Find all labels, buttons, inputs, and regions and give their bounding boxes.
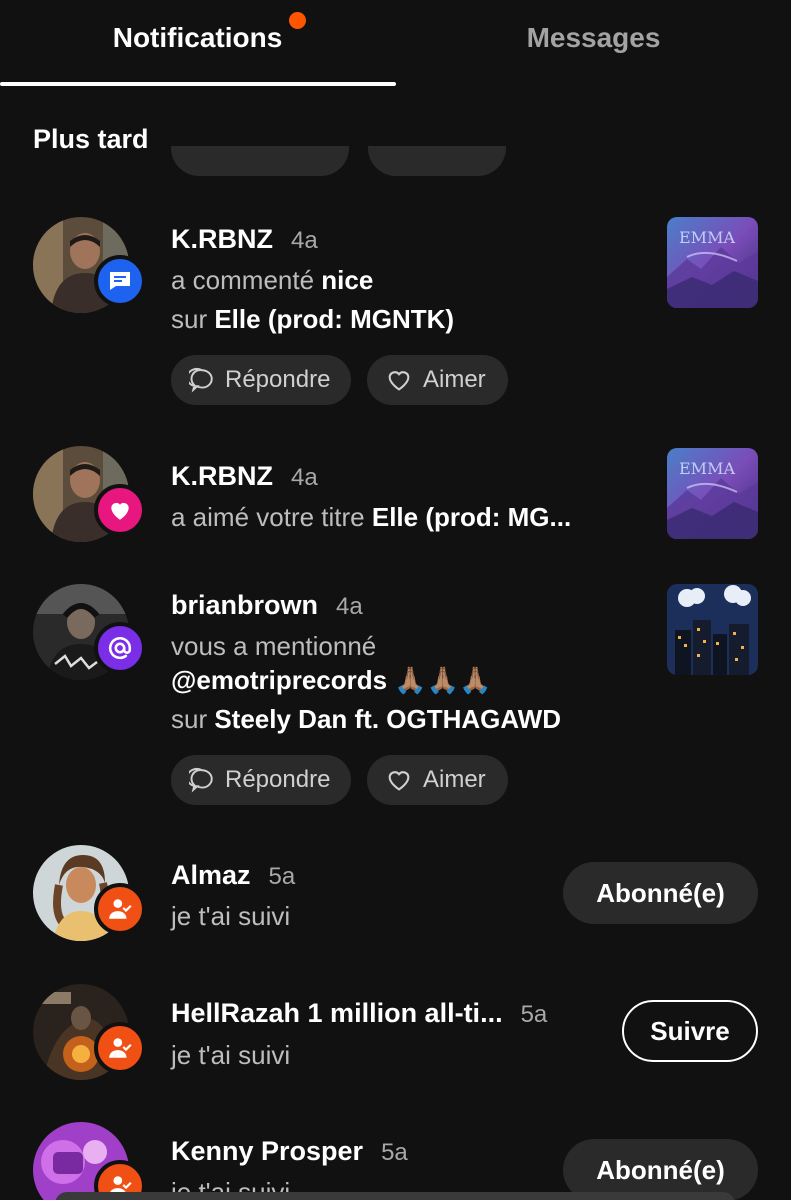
track-artwork[interactable]: EMMA	[667, 448, 758, 539]
user-check-icon	[109, 899, 132, 919]
notification-text: je t'ai suivi	[171, 1040, 291, 1070]
like-button-partial[interactable]	[368, 146, 506, 176]
notification-text: je t'ai suivi	[171, 901, 291, 931]
svg-text:EMMA: EMMA	[679, 228, 735, 247]
username[interactable]: HellRazah 1 million all-ti...	[171, 998, 503, 1029]
mention-badge	[94, 622, 146, 674]
comment-text: nice	[321, 265, 374, 295]
like-label: Aimer	[423, 766, 486, 793]
notification-target: sur Steely Dan ft. OGTHAGAWD	[171, 704, 562, 734]
heart-outline-icon	[388, 371, 410, 391]
at-icon	[108, 636, 132, 660]
tab-messages-label: Messages	[526, 22, 661, 53]
following-button[interactable]: Abonné(e)	[563, 1139, 758, 1200]
username[interactable]: K.RBNZ	[171, 461, 273, 492]
track-title[interactable]: Elle (prod: MGNTK)	[214, 304, 454, 334]
timestamp: 4a	[291, 227, 318, 254]
reply-button[interactable]: Répondre	[171, 755, 351, 805]
follow-badge	[94, 1022, 146, 1074]
track-artwork[interactable]	[667, 584, 758, 675]
heart-icon	[111, 502, 129, 520]
speech-bubble-icon	[189, 367, 213, 393]
timestamp: 5a	[520, 1001, 548, 1028]
timestamp: 5a	[268, 863, 296, 890]
tab-notifications[interactable]: Notifications	[0, 0, 395, 86]
username[interactable]: Kenny Prosper	[171, 1136, 363, 1167]
notification-text: a aimé votre titre Elle (prod: MG...	[171, 502, 572, 532]
track-title[interactable]: Steely Dan ft. OGTHAGAWD	[214, 704, 561, 734]
mentioned-user[interactable]: @emotriprecords	[171, 665, 387, 695]
track-title[interactable]: Elle (prod: MG...	[372, 502, 571, 532]
tab-bar: Notifications Messages	[0, 0, 791, 88]
unread-dot	[289, 12, 306, 29]
emoji: 🙏🏽🙏🏽🙏🏽	[394, 665, 492, 695]
tab-messages[interactable]: Messages	[396, 0, 791, 86]
mention-text: @emotriprecords 🙏🏽🙏🏽🙏🏽	[171, 665, 491, 696]
timestamp: 4a	[336, 593, 363, 620]
track-artwork[interactable]: EMMA	[667, 217, 758, 308]
tab-notifications-label: Notifications	[112, 22, 283, 53]
bottom-sheet-edge	[55, 1192, 735, 1200]
reply-label: Répondre	[225, 366, 331, 393]
like-label: Aimer	[423, 366, 486, 393]
section-title: Plus tard	[33, 124, 149, 154]
svg-text:EMMA: EMMA	[679, 459, 735, 478]
username[interactable]: brianbrown	[171, 590, 318, 621]
notification-target: sur Elle (prod: MGNTK)	[171, 304, 455, 334]
follow-badge	[94, 883, 146, 935]
like-button[interactable]: Aimer	[367, 755, 508, 805]
user-check-icon	[109, 1038, 132, 1058]
follow-button[interactable]: Suivre	[622, 1000, 758, 1062]
username[interactable]: K.RBNZ	[171, 224, 273, 255]
notification-text: a commenté nice	[171, 265, 374, 295]
username[interactable]: Almaz	[171, 860, 251, 891]
reply-label: Répondre	[225, 766, 331, 793]
following-button[interactable]: Abonné(e)	[563, 862, 758, 924]
timestamp: 5a	[381, 1139, 408, 1166]
reply-button[interactable]: Répondre	[171, 355, 351, 405]
speech-bubble-icon	[189, 767, 213, 793]
like-badge	[94, 484, 146, 536]
timestamp: 4a	[291, 464, 318, 491]
comment-icon	[110, 272, 130, 290]
like-button[interactable]: Aimer	[367, 355, 508, 405]
active-tab-indicator	[0, 82, 396, 86]
notification-text: vous a mentionné	[171, 631, 377, 661]
reply-button-partial[interactable]	[171, 146, 349, 176]
comment-badge	[94, 255, 146, 307]
heart-outline-icon	[388, 771, 410, 791]
